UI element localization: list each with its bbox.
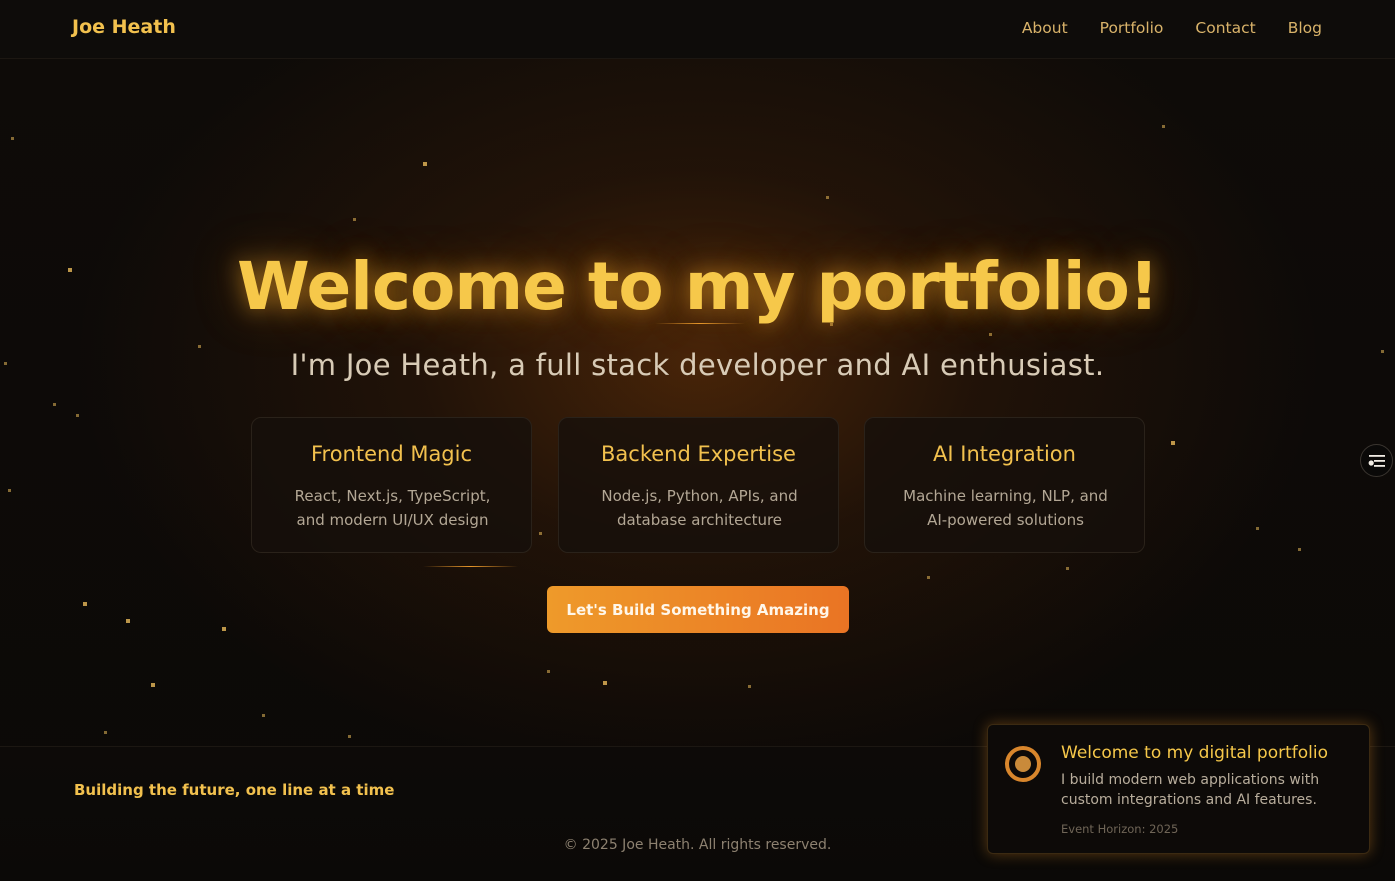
particle xyxy=(353,218,356,221)
decorative-divider xyxy=(655,323,745,324)
toast-body: I build modern web applications with cus… xyxy=(1061,772,1320,808)
particle xyxy=(1256,527,1259,530)
particle xyxy=(83,602,87,606)
side-settings-button[interactable] xyxy=(1360,444,1393,477)
toast-title: Welcome to my digital portfolio xyxy=(1061,743,1328,763)
skill-card-description: Node.js, Python, APIs, and database arch… xyxy=(601,487,798,529)
skill-card-title: AI Integration xyxy=(933,442,1076,466)
particle xyxy=(1066,567,1069,570)
particle xyxy=(11,137,14,140)
welcome-toast[interactable]: Welcome to my digital portfolio I build … xyxy=(987,724,1370,854)
particle xyxy=(1162,125,1165,128)
nav-contact-link[interactable]: Contact xyxy=(1195,19,1255,37)
particle xyxy=(262,714,265,717)
skill-card-ai: AI Integration Machine learning, NLP, an… xyxy=(864,417,1145,553)
particle xyxy=(539,532,542,535)
site-header: Joe Heath About Portfolio Contact Blog xyxy=(0,0,1395,59)
decorative-divider xyxy=(423,566,518,567)
footer-tagline: Building the future, one line at a time xyxy=(74,781,395,799)
particle xyxy=(547,670,550,673)
particle xyxy=(151,683,155,687)
particle xyxy=(104,731,107,734)
hero-title: Welcome to my portfolio! xyxy=(237,248,1159,325)
particle xyxy=(1171,441,1175,445)
particle xyxy=(8,489,11,492)
particle xyxy=(222,627,226,631)
skill-card-title: Backend Expertise xyxy=(601,442,796,466)
settings-sliders-icon xyxy=(1368,455,1385,467)
particle xyxy=(1298,548,1301,551)
skill-card-frontend: Frontend Magic React, Next.js, TypeScrip… xyxy=(251,417,532,553)
nav-blog-link[interactable]: Blog xyxy=(1288,19,1322,37)
particle xyxy=(603,681,607,685)
skill-card-title: Frontend Magic xyxy=(310,442,473,466)
particle xyxy=(76,414,79,417)
nav-portfolio-link[interactable]: Portfolio xyxy=(1100,19,1164,37)
target-icon xyxy=(1005,746,1041,782)
nav-about-link[interactable]: About xyxy=(1022,19,1068,37)
particle xyxy=(126,619,130,623)
main-nav: About Portfolio Contact Blog xyxy=(1022,19,1322,37)
hero-subtitle: I'm Joe Heath, a full stack developer an… xyxy=(290,348,1105,382)
toast-meta: Event Horizon: 2025 xyxy=(1061,822,1179,836)
particle xyxy=(53,403,56,406)
particle xyxy=(423,162,427,166)
particle xyxy=(348,735,351,738)
particle xyxy=(989,333,992,336)
cta-button[interactable]: Let's Build Something Amazing xyxy=(547,586,849,633)
skill-card-description: Machine learning, NLP, and AI-powered so… xyxy=(903,487,1108,529)
particle xyxy=(748,685,751,688)
particle xyxy=(826,196,829,199)
skill-card-backend: Backend Expertise Node.js, Python, APIs,… xyxy=(558,417,839,553)
brand-logo-link[interactable]: Joe Heath xyxy=(72,16,176,38)
particle xyxy=(927,576,930,579)
skill-card-description: React, Next.js, TypeScript, and modern U… xyxy=(294,487,491,529)
portfolio-page: Joe Heath About Portfolio Contact Blog W… xyxy=(0,0,1395,881)
